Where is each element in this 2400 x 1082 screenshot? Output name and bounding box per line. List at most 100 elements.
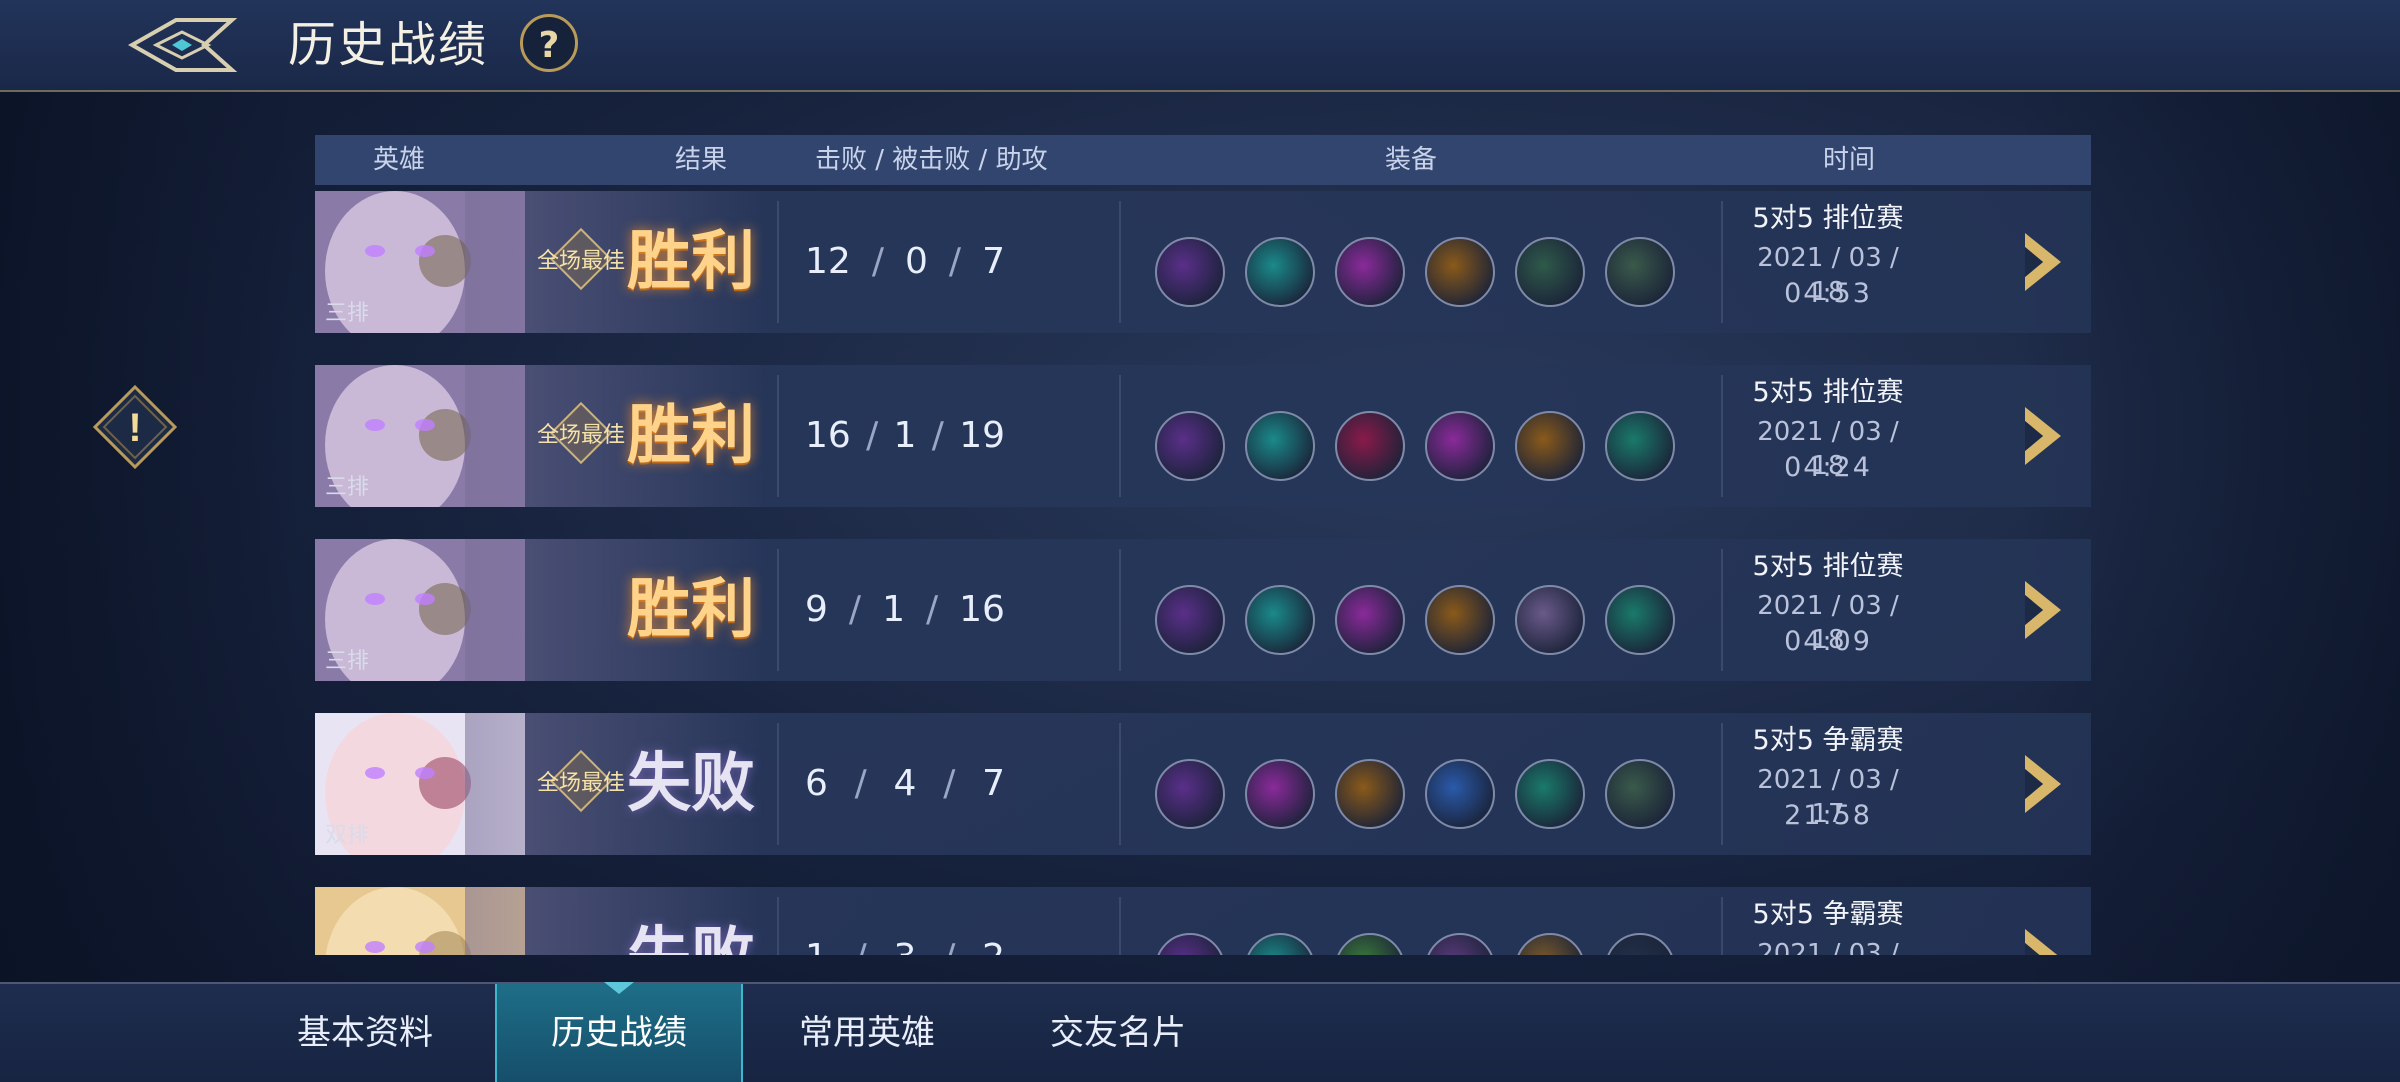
column-divider [777,201,779,323]
match-result: 胜利 [627,399,755,473]
kda-stats: 9 / 1 / 16 [805,539,1005,681]
equipment-item-icon[interactable] [1155,237,1225,307]
kda-stats: 1 / 3 / 2 [805,887,1005,955]
column-divider [777,897,779,955]
kills-value: 9 [805,589,828,630]
match-date: 2021 / 03 / 17 [1757,939,1899,955]
equipment-item-icon[interactable] [1515,237,1585,307]
equipment-item-icon[interactable] [1245,933,1315,955]
party-label: 双排 [325,823,370,848]
deaths-value: 3 [894,887,917,955]
equipment-item-icon[interactable] [1335,237,1405,307]
assists-value: 16 [959,589,1005,630]
game-mode: 5对5 争霸赛 [1752,725,1904,756]
equipment-item-icon[interactable] [1425,585,1495,655]
equipment-item-icon[interactable] [1155,933,1225,955]
equipment-item-icon[interactable] [1245,759,1315,829]
column-header-hero: 英雄 [373,145,426,175]
match-row[interactable]: 三排 胜利 9/1/16 5对5 排位赛 2021 / 03 / 18 04:09 [315,539,2091,681]
column-divider [1721,897,1723,955]
deaths-value: 4 [893,763,917,804]
column-header-time: 时间 [1823,145,1876,175]
back-button[interactable] [127,14,238,76]
match-row[interactable]: 双排 全场最佳 失败 6/4/7 5对5 争霸赛 2021 / 03 / 17 21:58 [315,713,2091,855]
help-button[interactable]: ? [520,14,578,72]
column-divider [1119,201,1121,323]
equipment-item-icon[interactable] [1335,585,1405,655]
tab-friend-card[interactable]: 交友名片 [1003,984,1233,1082]
alert-button[interactable]: ! [92,384,178,470]
chevron-right-icon [2025,929,2058,955]
kda-separator: / [871,241,884,282]
background-shade-left [0,0,300,1080]
equipment-item-icon[interactable] [1155,585,1225,655]
equipment-item-icon[interactable] [1335,759,1405,829]
back-diamond-icon [127,18,238,72]
kda-separator: / [931,415,944,456]
column-divider [777,723,779,845]
game-mode: 5对5 排位赛 [1752,377,1904,408]
kda-separator: / [926,589,939,630]
equipment-item-icon[interactable] [1425,759,1495,829]
kda-stats: 12 / 0 / 7 [805,191,1005,333]
deaths-value: 0 [904,241,928,282]
match-row[interactable]: 三排 全场最佳 胜利 12/0/7 5对5 排位赛 2021 / 03 / 18 04:53 [315,191,2091,333]
bottom-tab-bar: 基本资料 历史战绩 常用英雄 交友名片 [0,982,2400,1082]
equipment-item-icon[interactable] [1605,237,1675,307]
kda-stats: 16 / 1 / 19 [805,365,1005,507]
tab-basic-info[interactable]: 基本资料 [250,984,480,1082]
equipment-item-icon[interactable] [1515,411,1585,481]
kda-separator: / [854,763,867,804]
equipment-item-icon[interactable] [1335,933,1405,955]
match-row[interactable]: 失败 1 / 3 / 2 5对5 争霸赛 2021 / 03 / 17 [315,887,2091,955]
column-divider [1721,723,1723,845]
row-detail-button[interactable] [2021,751,2065,817]
assists-value: 7 [982,241,1005,282]
party-label: 三排 [325,301,370,326]
column-divider [1721,549,1723,671]
row-detail-button[interactable] [2021,577,2065,643]
party-label: 三排 [325,649,370,674]
equipment-item-icon[interactable] [1155,759,1225,829]
equipment-item-icon[interactable] [1515,933,1585,955]
question-icon: ? [538,25,560,66]
deaths-value: 1 [893,415,917,456]
equipment-item-icon[interactable] [1155,411,1225,481]
row-detail-button[interactable] [2021,403,2065,469]
column-divider [1119,549,1121,671]
tab-favorite-heroes[interactable]: 常用英雄 [752,984,982,1082]
column-divider [1119,375,1121,497]
header-bar: 历史战绩 ? [0,0,2400,92]
match-result: 失败 [627,913,755,955]
kda-separator: / [943,887,955,955]
mvp-badge: 全场最佳 [537,249,626,274]
equipment-item-icon[interactable] [1245,585,1315,655]
equipment-item-icon[interactable] [1425,411,1495,481]
equipment-item-icon[interactable] [1605,411,1675,481]
equipment-item-icon[interactable] [1515,759,1585,829]
column-divider [1721,201,1723,323]
row-detail-button[interactable] [2021,925,2065,955]
equipment-item-icon[interactable] [1245,237,1315,307]
column-divider [777,549,779,671]
assists-value: 19 [959,415,1005,456]
equipment-item-icon[interactable] [1425,237,1495,307]
equipment-item-icon[interactable] [1605,585,1675,655]
equipment-item-icon[interactable] [1605,933,1675,955]
table-header: 英雄 结果 击败 / 被击败 / 助攻 装备 时间 [315,135,2091,185]
equipment-item-icon[interactable] [1425,933,1495,955]
match-row[interactable]: 三排 全场最佳 胜利 16/1/19 5对5 排位赛 2021 / 03 / 18 04:2… [315,365,2091,507]
chevron-right-icon [2025,407,2061,465]
exclamation-diamond-icon: ! [92,384,178,470]
tab-match-history[interactable]: 历史战绩 [495,982,743,1082]
match-time: 21:58 [1784,800,1872,831]
equipment-item-icon[interactable] [1245,411,1315,481]
match-result: 失败 [627,747,755,821]
equipment-item-icon[interactable] [1515,585,1585,655]
equipment-item-icon[interactable] [1605,759,1675,829]
equipment-item-icon[interactable] [1335,411,1405,481]
chevron-right-icon [2025,233,2061,291]
chevron-right-icon [2025,581,2061,639]
match-list[interactable]: 三排 全场最佳 胜利 12/0/7 5对5 排位赛 2021 / 03 / 18 04:53… [315,191,2091,955]
row-detail-button[interactable] [2021,229,2065,295]
